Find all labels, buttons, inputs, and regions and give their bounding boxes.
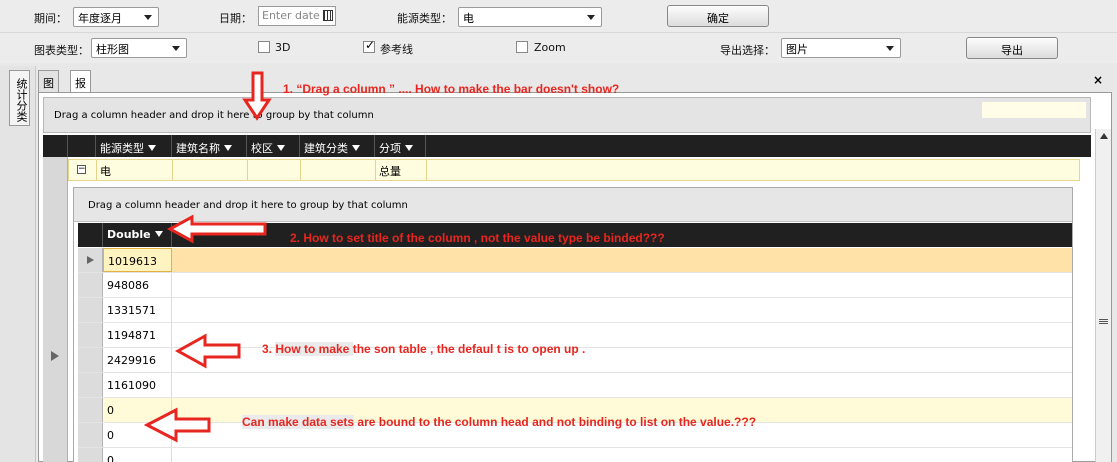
annotation-question-4: Can make data sets are bound to the colu… (242, 415, 756, 429)
annotation-3-highlight: How to make (275, 342, 353, 356)
annotation-4-suffix: are bound to the column head and not bin… (354, 415, 757, 429)
annotation-question-3: 3. How to make the son table , the defau… (262, 342, 585, 356)
annotation-arrow-down (242, 71, 272, 121)
annotation-arrow-left-2 (166, 214, 267, 244)
annotation-question-1: 1. “Drag a column ” .... How to make the… (283, 82, 620, 96)
annotation-3-suffix: the son table , the defaul t is to open … (352, 342, 586, 356)
annotation-question-2: 2. How to set title of the column , not … (290, 231, 665, 245)
annotation-4-highlight: Can make data sets (242, 415, 355, 429)
annotation-arrow-left-3 (174, 333, 241, 369)
annotation-3-prefix: 3. (262, 342, 276, 356)
annotation-arrow-left-4 (143, 407, 211, 443)
